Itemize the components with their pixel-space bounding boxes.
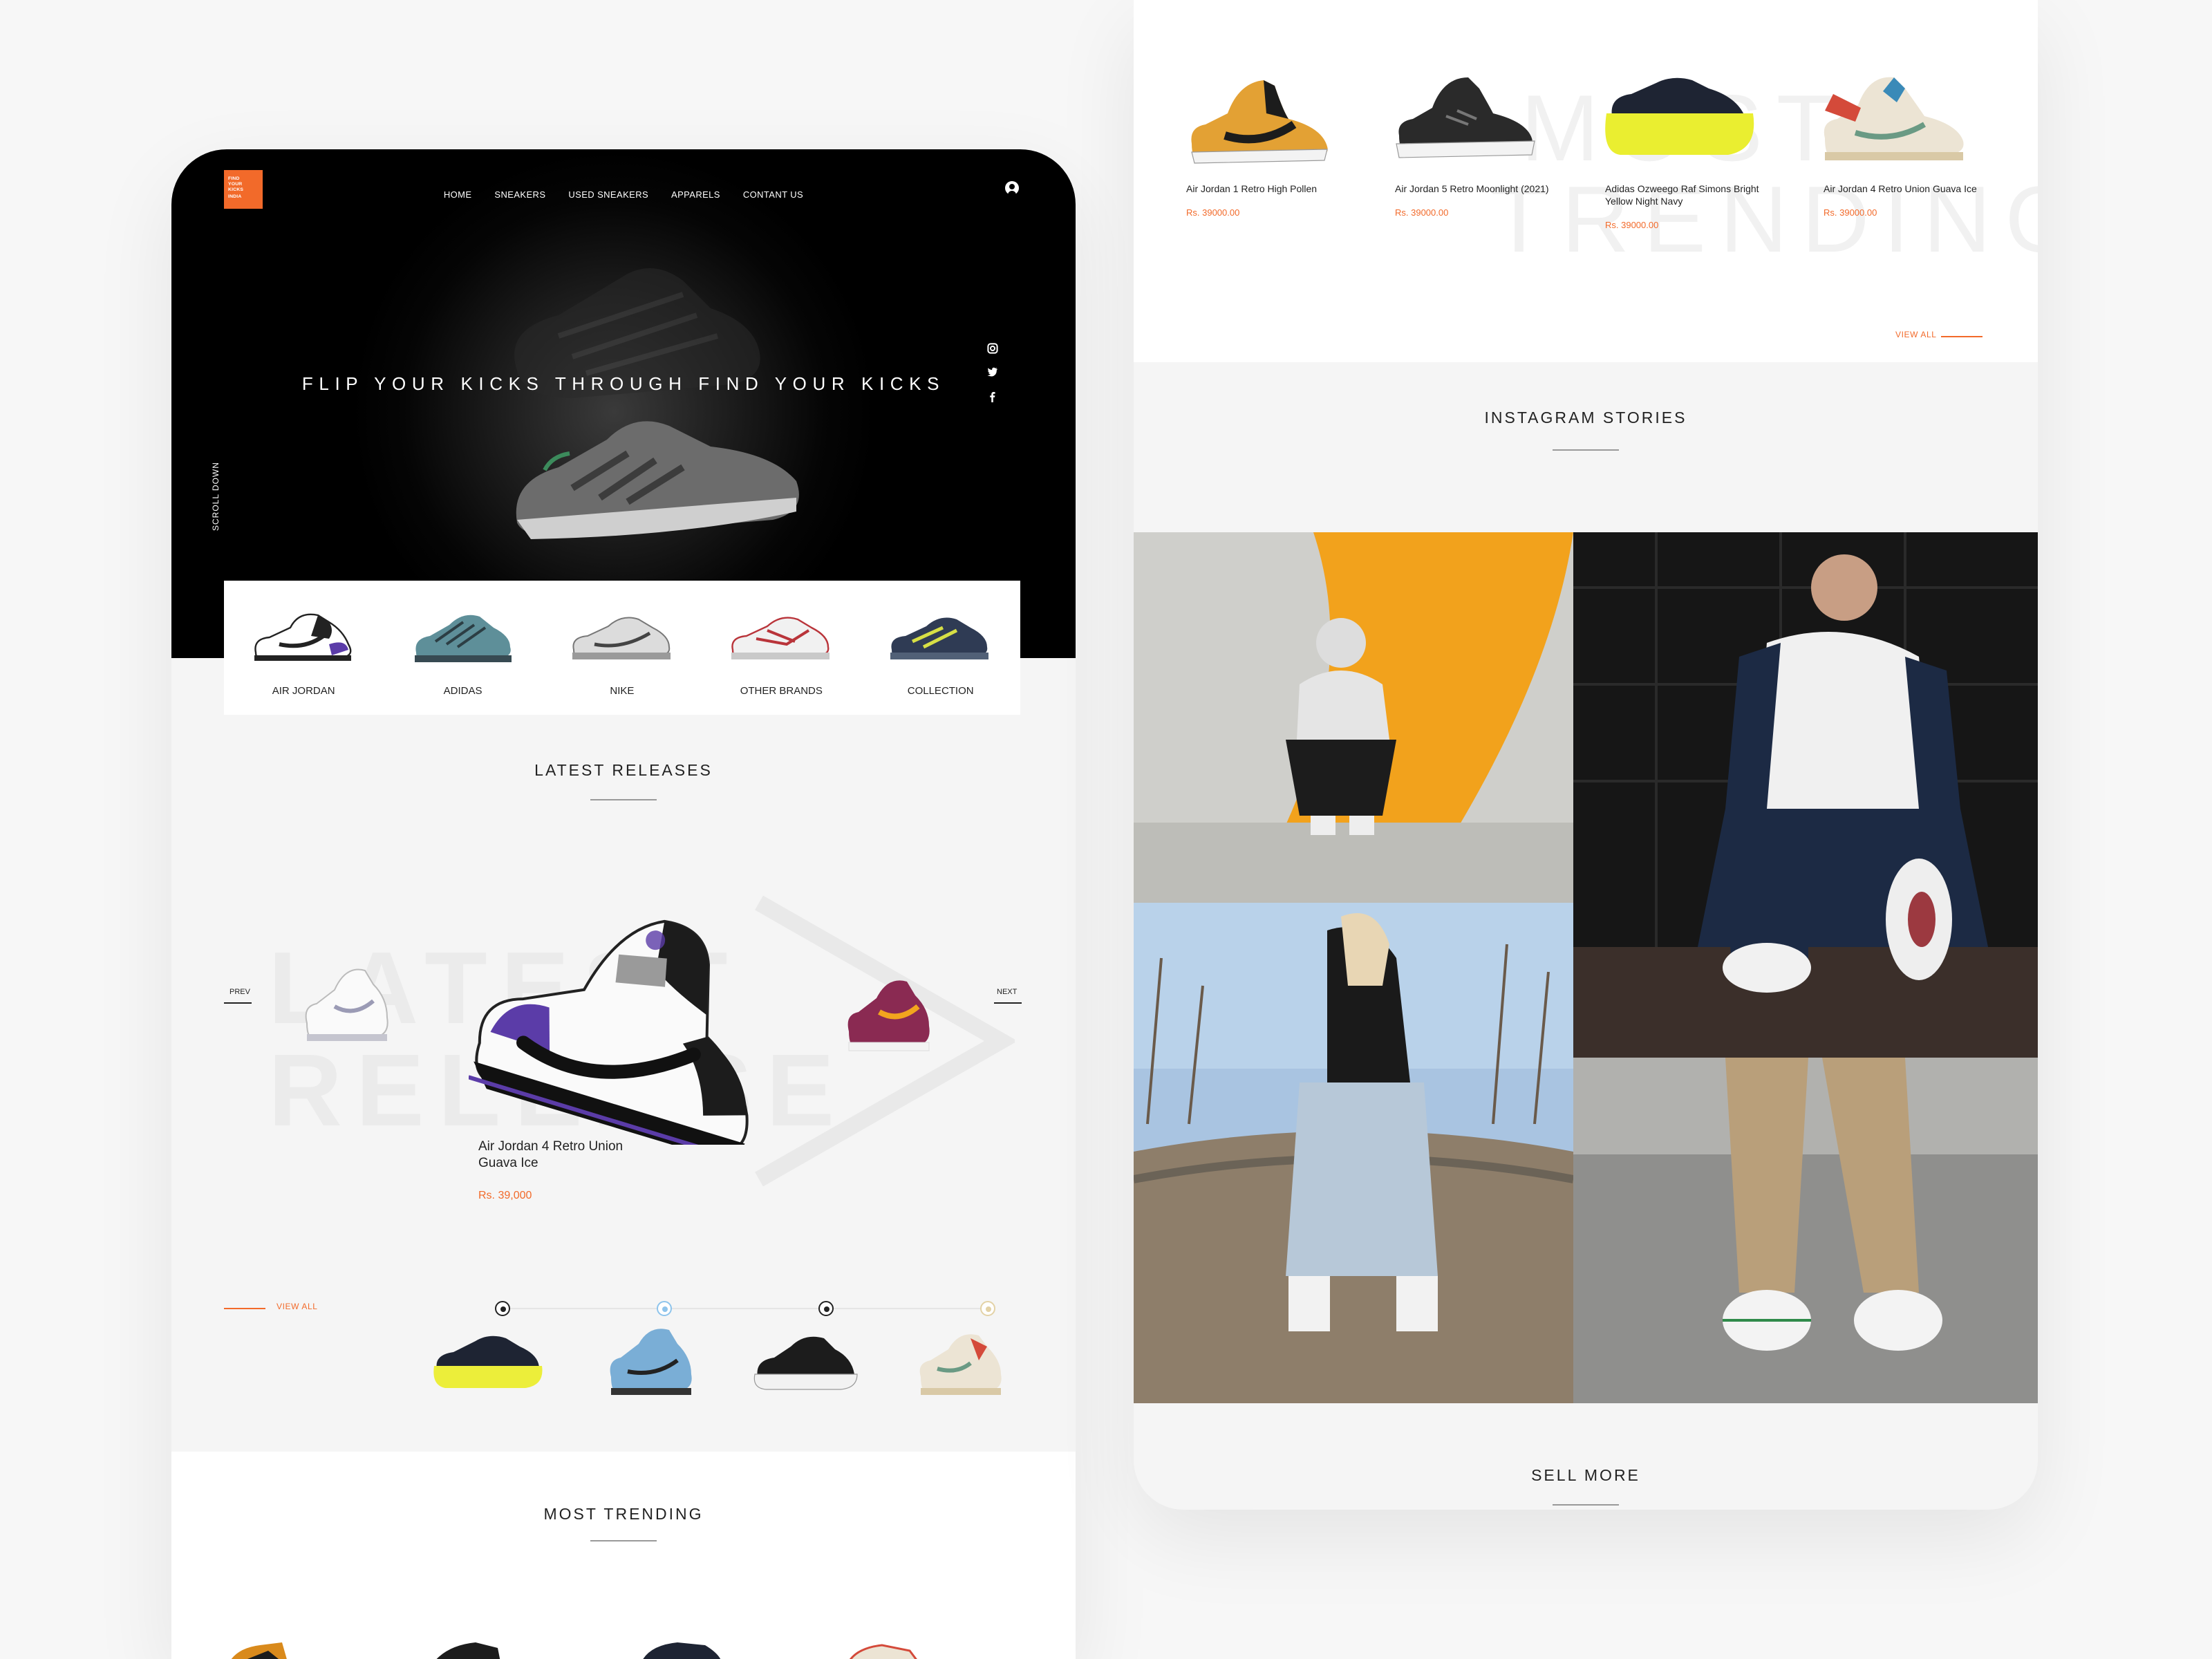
photo-content: [1134, 532, 1573, 903]
next-label[interactable]: NEXT: [997, 988, 1017, 997]
trending-preview-shoes: [231, 1642, 917, 1659]
instagram-photo-khaki-pants[interactable]: [1573, 1058, 2038, 1403]
instagram-photo-skatepark[interactable]: [1134, 903, 1573, 1403]
thumbnail-dot[interactable]: [657, 1301, 672, 1316]
thumbnail-dot[interactable]: [980, 1301, 995, 1316]
prev-arrow-icon[interactable]: [224, 1002, 252, 1004]
instagram-icon[interactable]: [987, 343, 998, 354]
user-circle-icon[interactable]: [1005, 181, 1019, 195]
most-trending-section: MOST TRENDING: [171, 1452, 1076, 1659]
thumbnail-track: [503, 1308, 990, 1309]
featured-release-price: Rs. 39,000: [478, 1189, 532, 1201]
section-divider: [1553, 449, 1619, 451]
nav-home[interactable]: HOME: [444, 191, 472, 200]
most-trending-title: MOST TRENDING: [543, 1507, 704, 1524]
section-divider: [590, 799, 657, 800]
photo-content: [1134, 903, 1573, 1403]
product-price: Rs. 39000.00: [1824, 209, 1877, 218]
photo-content: [1573, 532, 2038, 1058]
section-divider: [590, 1540, 657, 1541]
twitter-icon[interactable]: [987, 366, 998, 377]
thumbnail-shoe-blue[interactable]: [600, 1316, 700, 1399]
homepage-mockup: FIND YOUR KICKS INDIA HOME SNEAKERS USED…: [171, 149, 1076, 1659]
other-brands-shoe-image: [731, 617, 830, 659]
instagram-stories-title: INSTAGRAM STORIES: [1484, 411, 1687, 427]
product-image-ozweego[interactable]: [1601, 72, 1761, 163]
view-all-link[interactable]: VIEW ALL: [276, 1304, 318, 1312]
nav-sneakers[interactable]: SNEAKERS: [494, 191, 545, 200]
view-all-rule: [1941, 336, 1983, 337]
air-jordan-shoe-image: [254, 613, 351, 661]
category-other-brands[interactable]: OTHER BRANDS: [704, 581, 859, 715]
product-card[interactable]: Air Jordan 5 Retro Moonlight (2021) Rs. …: [1395, 184, 1561, 218]
thumbnail-dot[interactable]: [818, 1301, 834, 1316]
category-air-jordan[interactable]: AIR JORDAN: [226, 581, 381, 715]
category-strip: AIR JORDAN ADIDAS NIKE OTHER BRANDS COLL…: [224, 581, 1020, 715]
sell-more-title: SELL MORE: [1531, 1468, 1640, 1485]
category-nike[interactable]: NIKE: [545, 581, 700, 715]
product-card[interactable]: Adidas Ozweego Raf Simons Bright Yellow …: [1605, 184, 1771, 231]
category-adidas[interactable]: ADIDAS: [386, 581, 541, 715]
homepage-continued-mockup: MOST TRENDING Air Jordan 1 Retro High Po…: [1134, 0, 2038, 1510]
nav-used-sneakers[interactable]: USED SNEAKERS: [568, 191, 648, 200]
product-name: Air Jordan 5 Retro Moonlight (2021): [1395, 185, 1549, 195]
instagram-photo-orange-wall[interactable]: [1134, 532, 1573, 903]
nav-apparels[interactable]: APPARELS: [671, 191, 720, 200]
adidas-shoe-image: [414, 615, 512, 662]
main-nav: HOME SNEAKERS USED SNEAKERS APPARELS CON…: [171, 180, 1076, 205]
product-image-pollen[interactable]: [1183, 72, 1335, 169]
product-card[interactable]: Air Jordan 4 Retro Union Guava Ice Rs. 3…: [1824, 184, 1989, 218]
thumbnail-shoe-cream[interactable]: [910, 1322, 1009, 1399]
scroll-down-label[interactable]: SCROLL DOWN: [213, 462, 221, 531]
nike-shoe-image: [572, 617, 671, 659]
next-release-shoe-image: [847, 980, 930, 1051]
product-name: Adidas Ozweego Raf Simons Bright Yellow …: [1605, 185, 1759, 207]
thumbnail-shoe-black[interactable]: [749, 1327, 860, 1396]
product-image-union-guava[interactable]: [1814, 66, 1974, 166]
category-label: COLLECTION: [907, 684, 974, 697]
product-price: Rs. 39000.00: [1605, 221, 1659, 231]
featured-release-name[interactable]: Air Jordan 4 Retro Union Guava Ice: [478, 1139, 630, 1172]
section-divider: [1553, 1504, 1619, 1506]
prev-release-shoe-image: [305, 968, 388, 1041]
view-all-link[interactable]: VIEW ALL: [1895, 332, 1937, 340]
trending-products-section: MOST TRENDING Air Jordan 1 Retro High Po…: [1134, 0, 2038, 362]
product-image-moonlight[interactable]: [1391, 69, 1540, 160]
category-collection[interactable]: COLLECTION: [863, 581, 1018, 715]
latest-releases-title: LATEST RELEASES: [534, 763, 713, 780]
collection-shoe-image: [890, 617, 989, 659]
category-label: AIR JORDAN: [272, 684, 335, 697]
thumbnail-dot[interactable]: [495, 1301, 510, 1316]
product-price: Rs. 39000.00: [1395, 209, 1449, 218]
product-name: Air Jordan 4 Retro Union Guava Ice: [1824, 185, 1977, 195]
facebook-icon[interactable]: [987, 391, 998, 402]
next-arrow-icon[interactable]: [994, 1002, 1022, 1004]
nav-contact-us[interactable]: CONTANT US: [743, 191, 803, 200]
thumbnail-shoe-yellow[interactable]: [429, 1327, 547, 1396]
product-card[interactable]: Air Jordan 1 Retro High Pollen Rs. 39000…: [1186, 184, 1352, 218]
instagram-photo-sitting-man[interactable]: [1573, 532, 2038, 1058]
prev-label[interactable]: PREV: [229, 988, 250, 997]
photo-content: [1573, 1058, 2038, 1403]
product-name: Air Jordan 1 Retro High Pollen: [1186, 185, 1318, 195]
product-price: Rs. 39000.00: [1186, 209, 1240, 218]
view-all-rule: [224, 1308, 265, 1309]
category-label: NIKE: [610, 684, 635, 697]
featured-release-shoe-image: [469, 919, 749, 1145]
category-label: ADIDAS: [443, 684, 482, 697]
hero-title: FLIP YOUR KICKS THROUGH FIND YOUR KICKS: [301, 373, 946, 394]
category-label: OTHER BRANDS: [740, 684, 823, 697]
